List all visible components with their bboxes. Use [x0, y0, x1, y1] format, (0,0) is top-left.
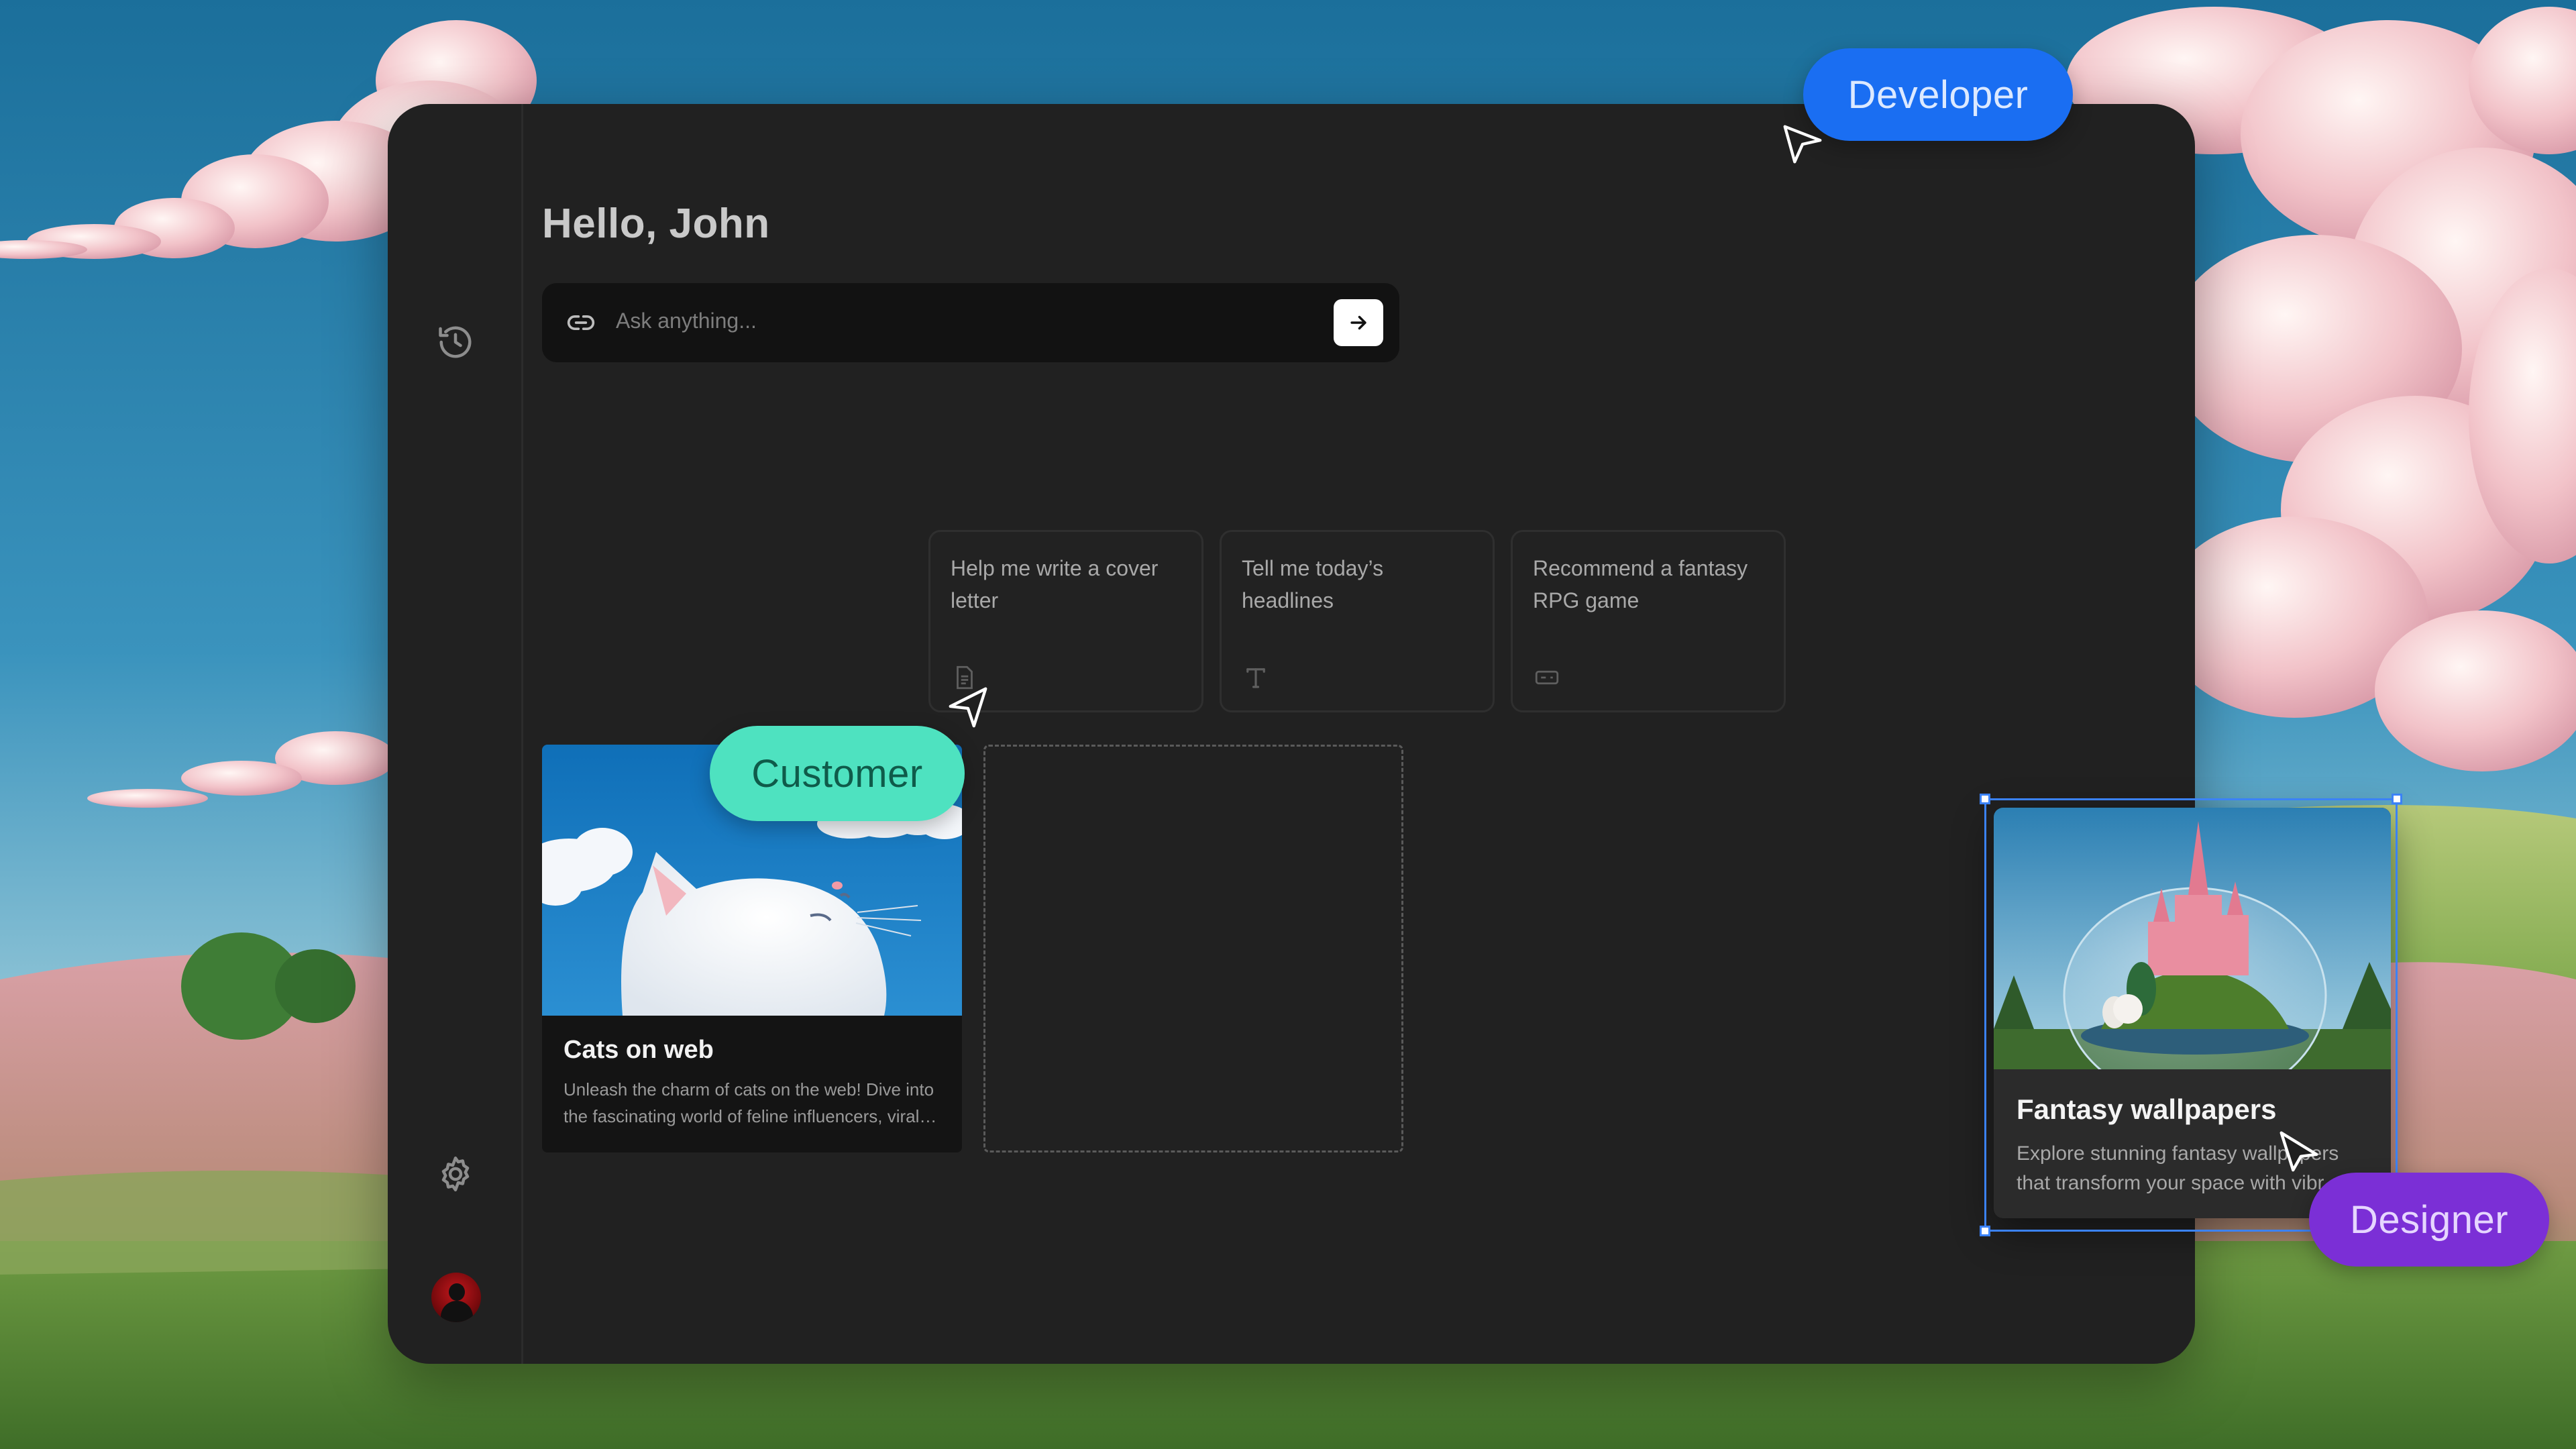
suggestion-label: Tell me today’s headlines [1242, 556, 1384, 612]
developer-cursor-icon [1783, 125, 1822, 164]
text-icon [1246, 668, 1265, 688]
arrow-right-icon [1350, 315, 1366, 330]
card-description-line-1: Explore stunning fantasy wallpapers [2017, 1142, 2339, 1165]
history-icon[interactable] [435, 322, 476, 362]
gamepad-icon [1535, 670, 1559, 685]
suggestion-label: Recommend a fantasy RPG game [1533, 556, 1748, 612]
search-input[interactable]: Ask anything... [616, 309, 757, 333]
suggestion-headlines[interactable]: Tell me today’s headlines [1220, 530, 1495, 712]
designer-cursor-icon [2279, 1131, 2318, 1172]
suggestion-label: Help me write a cover letter [951, 556, 1159, 612]
collaborator-label-designer: Designer [2309, 1173, 2549, 1267]
avatar[interactable] [431, 1273, 481, 1322]
collaborator-label-customer: Customer [710, 726, 965, 821]
avatar-head [449, 1283, 465, 1301]
sidebar [388, 104, 523, 1364]
suggestion-rpg-game[interactable]: Recommend a fantasy RPG game [1511, 530, 1786, 712]
card-title: Fantasy wallpapers [2017, 1093, 2277, 1125]
gear-icon[interactable] [435, 1154, 476, 1194]
customer-cursor-icon [949, 687, 987, 728]
castle-image [1994, 808, 2391, 1069]
search-bar[interactable]: Ask anything... [542, 283, 1399, 362]
greeting-title: Hello, John [542, 201, 770, 247]
avatar-body [441, 1301, 473, 1322]
floating-card-fantasy[interactable]: Fantasy wallpapers Explore stunning fant… [1994, 808, 2391, 1218]
card-title: Cats on web [564, 1036, 714, 1064]
link-icon[interactable] [566, 308, 596, 337]
collaborator-label-developer: Developer [1803, 48, 2073, 141]
card-description: Unleash the charm of cats on the web! Di… [564, 1079, 937, 1126]
empty-card-dropzone[interactable] [983, 745, 1403, 1152]
send-button[interactable] [1334, 299, 1383, 346]
